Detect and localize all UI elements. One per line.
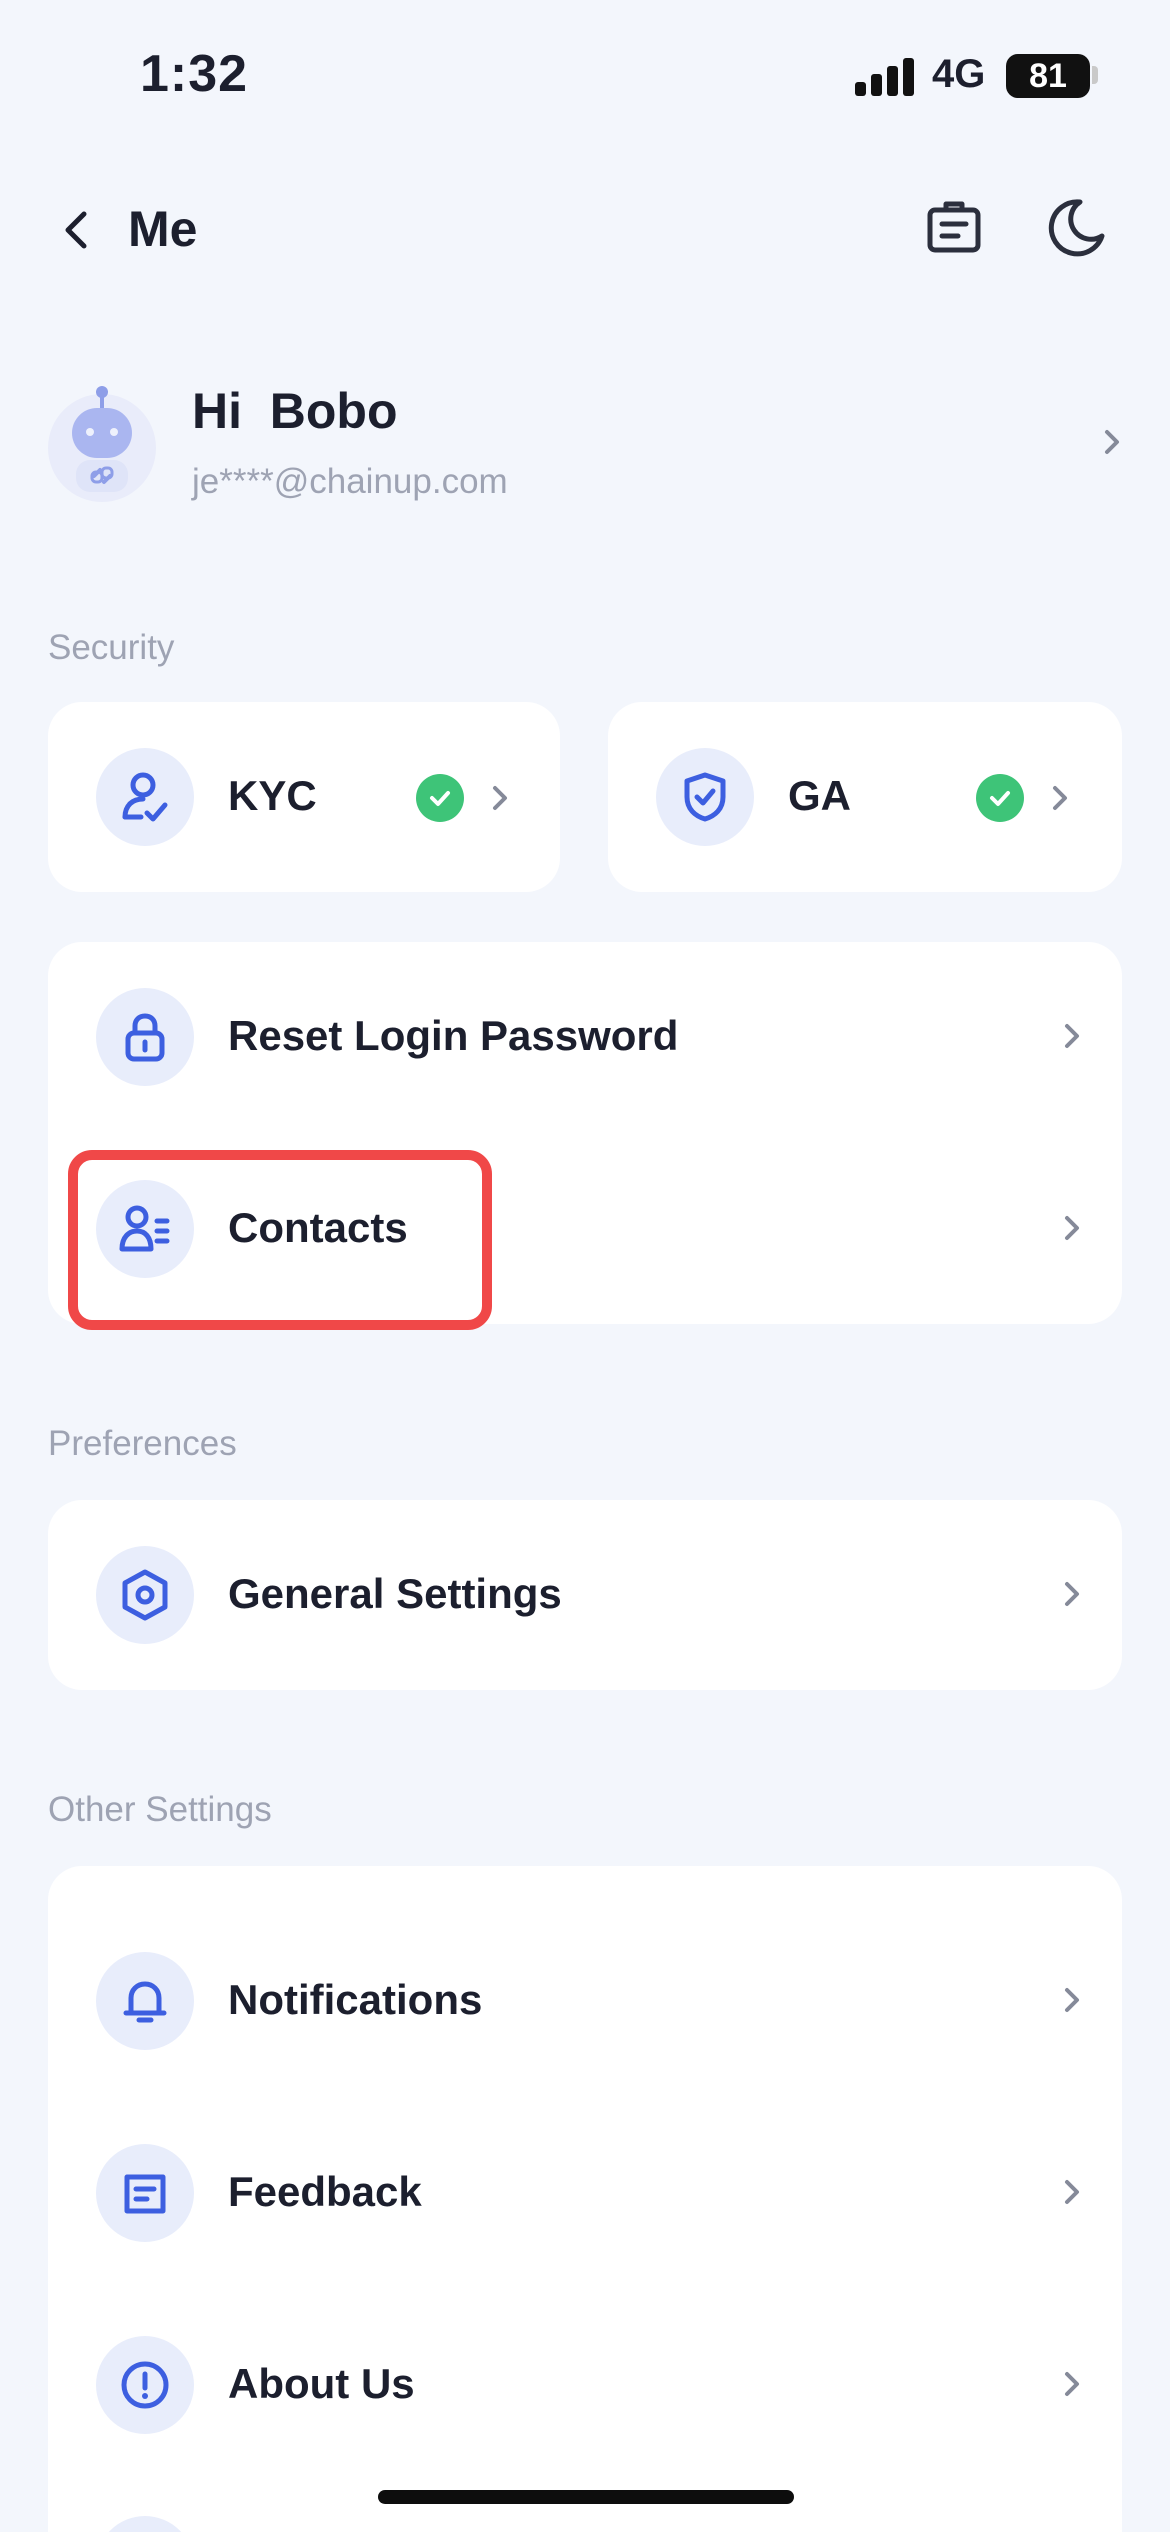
about-us-label: About Us (228, 2360, 415, 2407)
user-check-icon (122, 772, 168, 822)
page-title: Me (128, 201, 198, 257)
shield-check-icon (684, 772, 726, 822)
ga-label: GA (788, 772, 851, 819)
notifications-label: Notifications (228, 1976, 483, 2023)
theme-toggle-button[interactable] (1040, 192, 1112, 264)
notifications-icon-circle (96, 1952, 194, 2050)
battery-tip (1092, 66, 1098, 84)
notifications-item[interactable]: Notifications (48, 1906, 1122, 2096)
feedback-item[interactable]: Feedback (48, 2098, 1122, 2288)
chevron-right-icon (1065, 1024, 1079, 1048)
kyc-icon-circle (96, 748, 194, 846)
profile-greeting: Hi Bobo (192, 383, 398, 439)
general-settings-item[interactable]: General Settings (48, 1500, 1122, 1690)
reset-password-icon-circle (96, 988, 194, 1086)
avatar (48, 386, 156, 502)
general-settings-icon-circle (96, 1546, 194, 1644)
verified-check-icon (416, 774, 464, 822)
partial-item-icon-circle (96, 2516, 194, 2532)
kyc-label: KYC (228, 772, 317, 819)
back-button[interactable] (48, 200, 108, 260)
reset-login-password-label: Reset Login Password (228, 1012, 679, 1059)
ga-card[interactable]: GA (608, 702, 1122, 892)
chevron-right-icon (493, 786, 507, 810)
feedback-label: Feedback (228, 2168, 422, 2215)
battery-icon: 81 (1006, 54, 1090, 98)
home-indicator[interactable] (378, 2490, 794, 2504)
chevron-right-icon (1065, 1582, 1079, 1606)
section-label-other-settings: Other Settings (48, 1790, 272, 1829)
info-exclamation-icon (121, 2361, 169, 2409)
about-us-item[interactable]: About Us (48, 2290, 1122, 2480)
status-bar: 1:32 4G 81 (0, 0, 1170, 150)
section-label-security: Security (48, 628, 175, 667)
other-settings-card: Notifications Feedback About Us (48, 1866, 1122, 2532)
document-icon (927, 201, 981, 253)
lock-icon (125, 1013, 165, 1062)
moon-icon (1048, 199, 1105, 257)
profile-row[interactable]: Hi Bobo je****@chainup.com (40, 370, 1140, 520)
chevron-right-icon (1065, 1216, 1079, 1240)
preferences-card: General Settings (48, 1500, 1122, 1690)
ga-icon-circle (656, 748, 754, 846)
feedback-icon-circle (96, 2144, 194, 2242)
bell-icon (123, 1981, 167, 2023)
chevron-right-icon (1065, 2372, 1079, 2396)
settings-hexagon-icon (122, 1569, 168, 1621)
contacts-highlight-box (68, 1150, 492, 1330)
signal-icon (855, 58, 915, 96)
feedback-icon (124, 2174, 166, 2214)
about-us-icon-circle (96, 2336, 194, 2434)
orders-button[interactable] (918, 192, 990, 264)
general-settings-label: General Settings (228, 1570, 562, 1617)
me-screen: 1:32 4G 81 Me Hi Bobo je****@chainup.com… (0, 0, 1170, 2532)
chevron-right-icon (1053, 786, 1067, 810)
chevron-right-icon (1065, 1988, 1079, 2012)
status-time: 1:32 (140, 45, 249, 103)
kyc-card[interactable]: KYC (48, 702, 560, 892)
section-label-preferences: Preferences (48, 1424, 237, 1463)
chevron-right-icon (1105, 430, 1119, 454)
network-type: 4G (932, 52, 986, 96)
header: Me (0, 160, 1170, 290)
chevron-left-icon (65, 211, 87, 249)
verified-check-icon (976, 774, 1024, 822)
reset-login-password-item[interactable]: Reset Login Password (48, 942, 1122, 1132)
chevron-right-icon (1065, 2180, 1079, 2204)
profile-email: je****@chainup.com (192, 462, 508, 501)
